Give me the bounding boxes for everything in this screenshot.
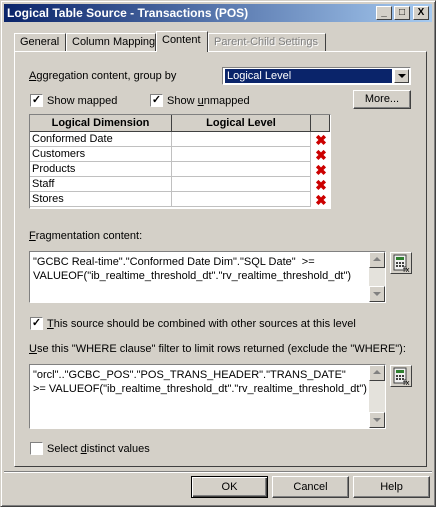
cancel-button[interactable]: Cancel (272, 476, 349, 498)
expression-builder-calculator-icon[interactable]: fx (390, 252, 412, 274)
fragmentation-content-textarea[interactable]: "GCBC Real-time"."Conformed Date Dim"."S… (29, 251, 386, 303)
aggregation-selected-value: Logical Level (225, 69, 392, 83)
window-title: Logical Table Source - Transactions (POS… (7, 6, 249, 20)
dialog-window: Logical Table Source - Transactions (POS… (0, 0, 436, 507)
ok-button[interactable]: OK (191, 476, 268, 498)
delete-x-icon[interactable]: ✖ (313, 178, 329, 192)
where-clause-scrollbar[interactable] (369, 365, 385, 428)
scroll-up-icon[interactable] (369, 365, 385, 381)
grid-cell-dimension[interactable]: Customers (30, 147, 172, 162)
grid-cell-dimension[interactable]: Conformed Date (30, 132, 172, 147)
grid-cell-level[interactable] (172, 192, 311, 207)
aggregation-group-by-select[interactable]: Logical Level (222, 67, 411, 85)
where-clause-textarea[interactable]: "orcl".."GCBC_POS"."POS_TRANS_HEADER"."T… (29, 364, 386, 429)
maximize-button[interactable]: □ (394, 6, 410, 20)
show-mapped-label: Show mapped (47, 95, 118, 107)
grid-cell-level[interactable] (172, 132, 311, 147)
delete-x-icon[interactable]: ✖ (313, 148, 329, 162)
svg-text:fx: fx (403, 379, 410, 386)
button-row-separator (4, 471, 432, 473)
select-distinct-checkbox[interactable] (30, 442, 43, 455)
aggregation-label: Aggregation content, group by (29, 70, 177, 82)
grid-cell-dimension[interactable]: Products (30, 162, 172, 177)
minimize-button[interactable]: _ (376, 6, 392, 20)
show-unmapped-checkbox[interactable]: ✓ (150, 94, 163, 107)
svg-text:fx: fx (403, 266, 410, 273)
tab-parent-child-settings: Parent-Child Settings (208, 33, 326, 51)
fragmentation-label: Fragmentation content: (29, 230, 143, 242)
chevron-down-icon[interactable] (394, 69, 409, 83)
grid-cell-level[interactable] (172, 147, 311, 162)
column-header-logical-dimension[interactable]: Logical Dimension (30, 115, 172, 132)
scroll-down-icon[interactable] (369, 412, 385, 428)
combine-sources-checkbox[interactable]: ✓ (30, 317, 43, 330)
delete-x-icon[interactable]: ✖ (313, 193, 329, 207)
grid-cell-dimension[interactable]: Staff (30, 177, 172, 192)
column-header-logical-level[interactable]: Logical Level (172, 115, 311, 132)
title-bar[interactable]: Logical Table Source - Transactions (POS… (4, 4, 432, 22)
where-clause-label: Use this "WHERE clause" filter to limit … (29, 343, 406, 355)
scroll-down-icon[interactable] (369, 286, 385, 302)
expression-builder-calculator-icon[interactable]: fx (390, 365, 412, 387)
select-distinct-label: Select distinct values (47, 443, 150, 455)
close-button[interactable]: X (413, 6, 429, 20)
combine-sources-label: This source should be combined with othe… (47, 318, 356, 330)
delete-x-icon[interactable]: ✖ (313, 133, 329, 147)
scroll-up-icon[interactable] (369, 252, 385, 268)
tab-content[interactable]: Content (156, 31, 208, 52)
grid-cell-level[interactable] (172, 162, 311, 177)
fragmentation-scrollbar[interactable] (369, 252, 385, 302)
grid-cell-dimension[interactable]: Stores (30, 192, 172, 207)
tab-general[interactable]: General (14, 33, 66, 51)
column-header-actions (311, 115, 330, 132)
show-mapped-checkbox[interactable]: ✓ (30, 94, 43, 107)
logical-dimension-grid: Logical Dimension Logical Level Conforme… (29, 114, 331, 209)
more-button[interactable]: More... (353, 90, 411, 109)
show-unmapped-label: Show unmapped (167, 95, 250, 107)
tab-column-mapping[interactable]: Column Mapping (66, 33, 156, 51)
delete-x-icon[interactable]: ✖ (313, 163, 329, 177)
grid-cell-level[interactable] (172, 177, 311, 192)
help-button[interactable]: Help (353, 476, 430, 498)
